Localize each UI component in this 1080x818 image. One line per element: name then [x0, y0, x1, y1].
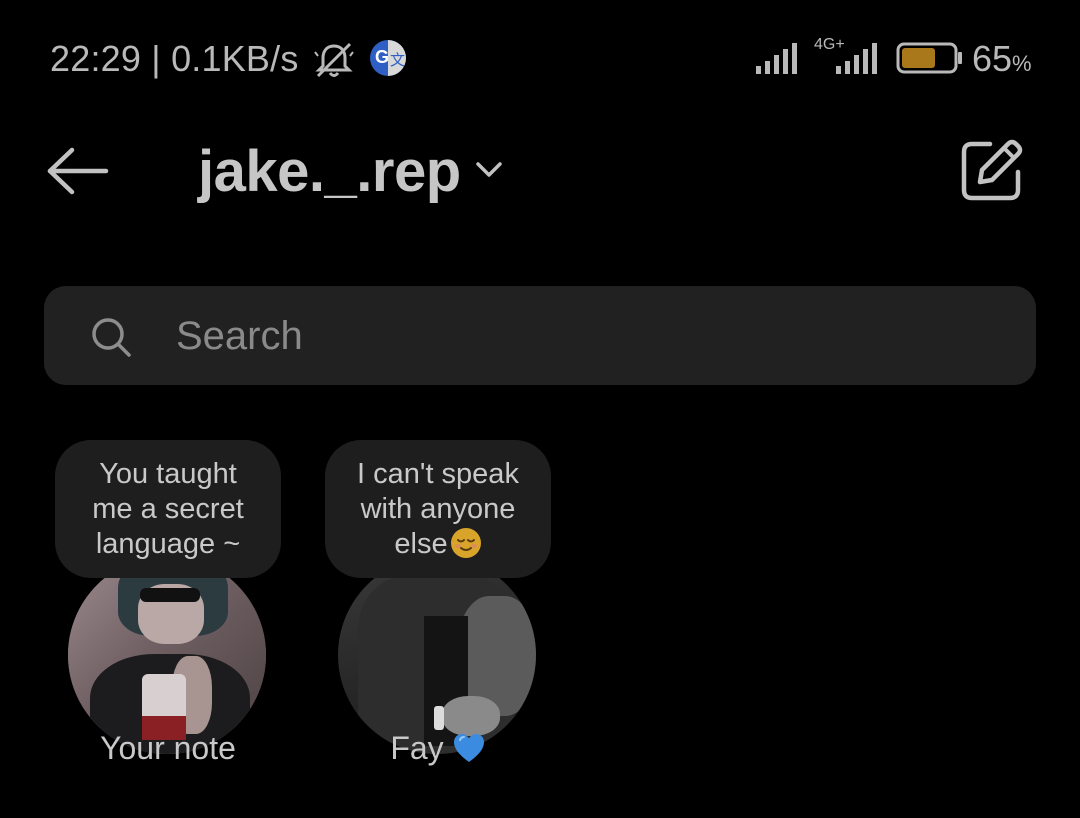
chevron-down-icon[interactable]	[474, 158, 504, 180]
search-icon	[92, 318, 131, 357]
signal-strength-2-icon	[836, 43, 877, 74]
avatar[interactable]	[338, 556, 536, 754]
note-owner-name: Fay	[325, 730, 551, 767]
signal-strength-icon	[756, 43, 797, 74]
note-bubble[interactable]: I can't speak with anyone else	[325, 440, 551, 578]
battery-percent: 65%	[972, 38, 1032, 79]
bell-muted-icon	[314, 42, 354, 78]
relieved-face-icon	[450, 527, 481, 558]
note-bubble[interactable]: You taught me a secret language ~	[55, 440, 281, 578]
messages-screen: 22:29 | 0.1KB/s G 文 4G+ 65% jake._.rep S…	[0, 0, 1080, 818]
note-text: I can't speak with anyone else	[357, 457, 519, 560]
compose-message-icon[interactable]	[960, 138, 1024, 202]
clock: 22:29	[50, 38, 142, 79]
account-username[interactable]: jake._.rep	[198, 138, 461, 205]
search-bar[interactable]	[44, 286, 1036, 385]
battery-icon	[896, 42, 962, 74]
status-time-speed: 22:29 | 0.1KB/s	[50, 38, 299, 80]
network-speed: 0.1KB/s	[171, 38, 299, 79]
note-item-your-note[interactable]: You taught me a secret language ~ Your n…	[55, 440, 285, 780]
translate-icon: G 文	[370, 40, 406, 76]
note-text: You taught me a secret language ~	[92, 457, 244, 560]
avatar[interactable]	[68, 556, 266, 754]
search-input[interactable]	[176, 310, 996, 362]
blue-heart-icon	[453, 734, 484, 762]
status-bar: 22:29 | 0.1KB/s G 文 4G+ 65%	[0, 30, 1080, 90]
battery-level-fill	[902, 48, 935, 68]
note-item-fay[interactable]: I can't speak with anyone else Fay	[325, 440, 555, 780]
back-arrow-icon[interactable]	[44, 144, 110, 198]
status-separator: |	[151, 38, 161, 79]
note-owner-name: Your note	[100, 730, 236, 766]
